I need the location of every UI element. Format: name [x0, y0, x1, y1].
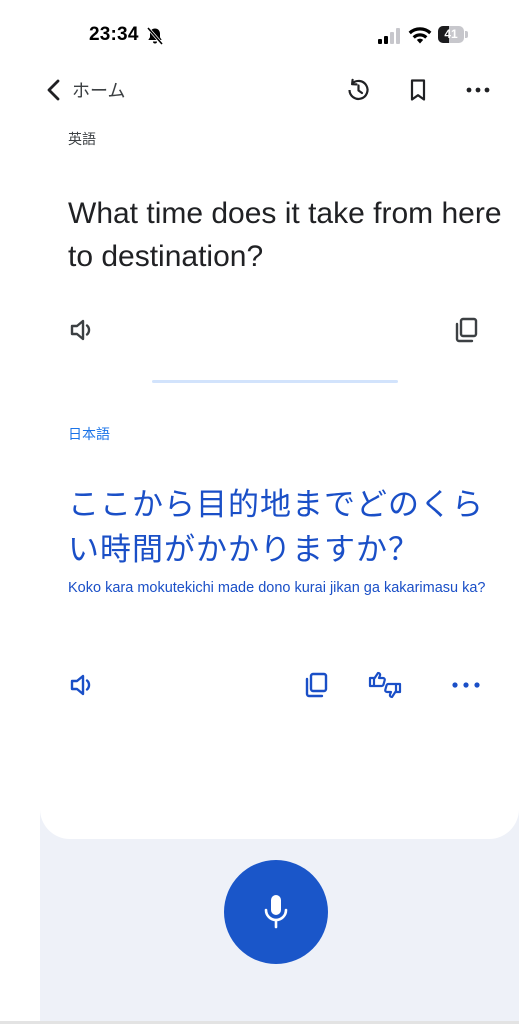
- wifi-icon: [408, 27, 432, 44]
- microphone-icon: [264, 895, 288, 929]
- bell-muted-icon: [146, 27, 164, 45]
- target-language-label: 日本語: [68, 426, 110, 442]
- battery-indicator: 41: [438, 26, 468, 43]
- romanization-text: Koko kara mokutekichi made dono kurai ji…: [68, 580, 486, 596]
- target-copy-icon[interactable]: [302, 670, 332, 700]
- back-button[interactable]: ホーム: [44, 74, 125, 106]
- chevron-left-icon: [47, 79, 60, 101]
- cellular-signal-icon: [378, 28, 400, 44]
- target-more-icon[interactable]: [448, 670, 484, 700]
- feedback-thumbs-icon[interactable]: [367, 670, 403, 700]
- history-icon[interactable]: [344, 76, 372, 104]
- section-divider: [152, 380, 398, 383]
- source-speaker-icon[interactable]: [68, 315, 98, 345]
- status-bar: 23:34 41: [0, 0, 519, 68]
- target-speaker-icon[interactable]: [68, 670, 98, 700]
- source-language-label: 英語: [68, 131, 96, 147]
- status-time: 23:34: [89, 24, 139, 45]
- battery-level: 41: [444, 27, 458, 41]
- bookmark-icon[interactable]: [404, 76, 432, 104]
- translated-text[interactable]: ここから目的地までどのくらい時間がかかりますか？: [68, 482, 508, 572]
- translation-screen: 23:34 41 ホーム 英語 What time does it take f…: [0, 0, 519, 1024]
- more-horizontal-icon[interactable]: [464, 76, 492, 104]
- back-label: ホーム: [72, 81, 126, 101]
- translation-card: 英語 What time does it take from here to d…: [40, 112, 519, 839]
- microphone-button[interactable]: [224, 860, 328, 964]
- app-bar: ホーム: [0, 68, 519, 112]
- source-copy-icon[interactable]: [452, 315, 482, 345]
- source-text[interactable]: What time does it take from here to dest…: [68, 192, 508, 278]
